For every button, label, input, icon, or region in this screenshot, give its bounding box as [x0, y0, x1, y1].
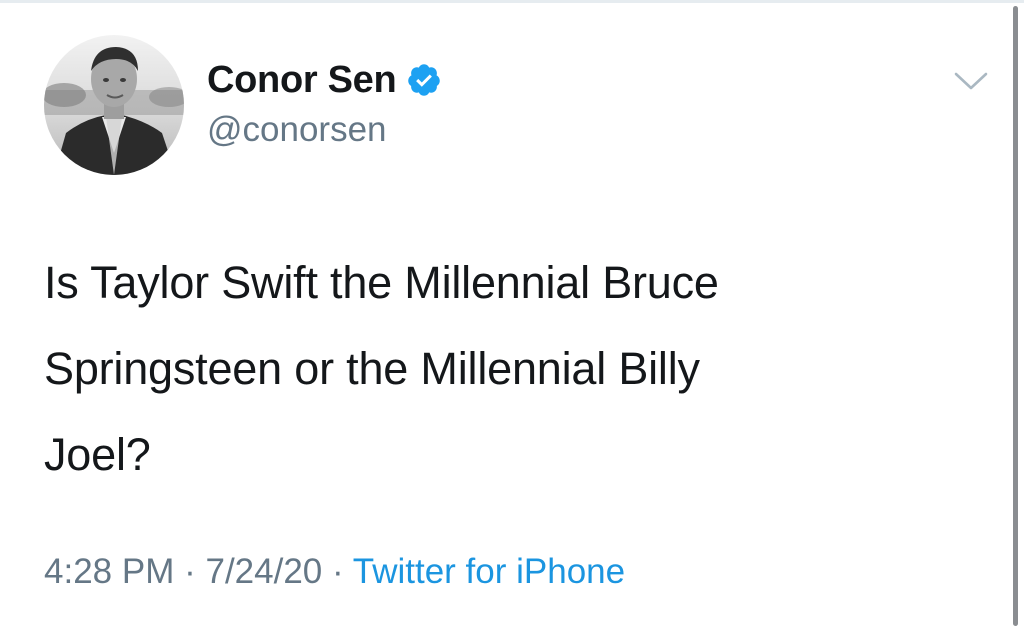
tweet-metadata: 4:28 PM · 7/24/20 · Twitter for iPhone — [44, 552, 625, 592]
meta-separator: · — [332, 552, 344, 591]
avatar-photo — [44, 35, 184, 175]
author-handle[interactable]: @conorsen — [207, 110, 387, 150]
tweet-time[interactable]: 4:28 PM — [44, 552, 174, 591]
top-divider — [0, 0, 1024, 3]
scrollbar[interactable] — [1013, 6, 1018, 626]
tweet-date[interactable]: 7/24/20 — [205, 552, 322, 591]
author-display-name[interactable]: Conor Sen — [207, 59, 397, 102]
chevron-down-icon[interactable] — [952, 68, 990, 94]
avatar[interactable] — [44, 35, 184, 175]
author-name-row[interactable]: Conor Sen — [207, 56, 442, 104]
meta-separator: · — [184, 552, 196, 591]
verified-badge-icon — [406, 62, 442, 98]
tweet-source-link[interactable]: Twitter for iPhone — [353, 552, 625, 591]
tweet-text: Is Taylor Swift the Millennial Bruce Spr… — [44, 257, 719, 480]
